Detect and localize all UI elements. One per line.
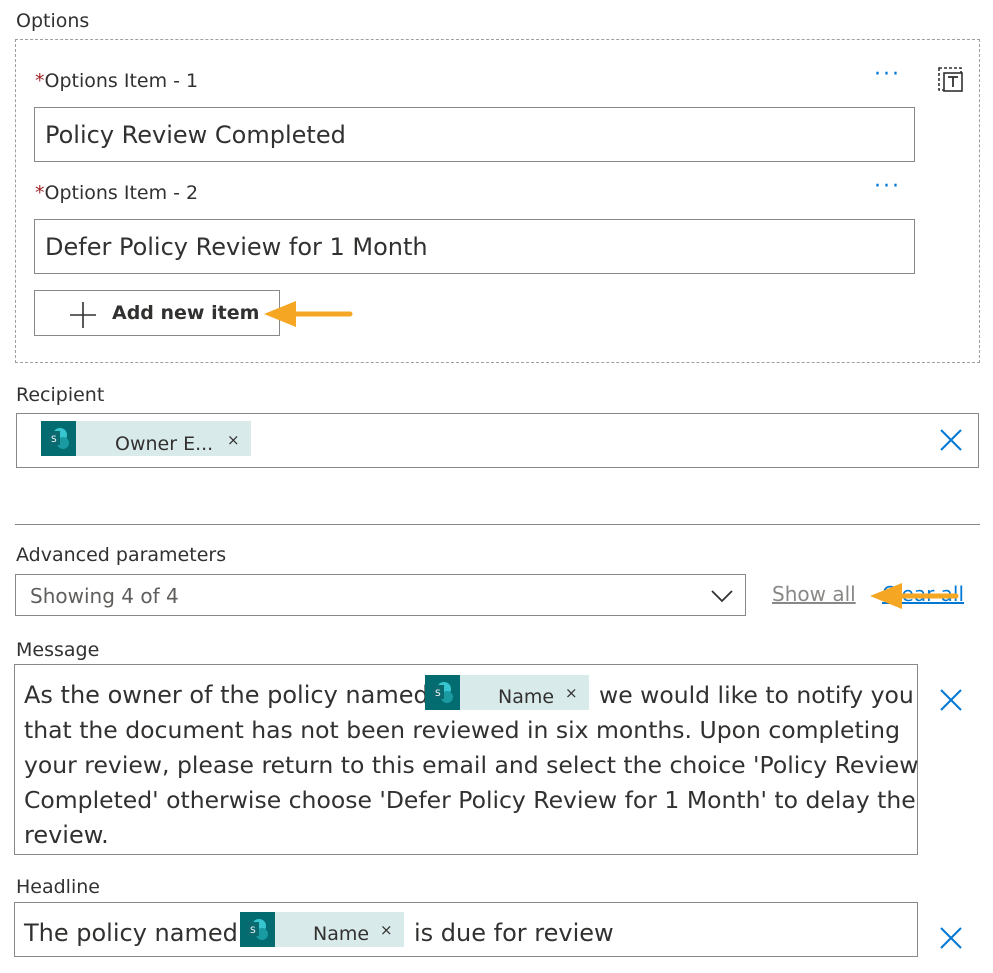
- recipient-label: Recipient: [16, 384, 105, 406]
- svg-text:S: S: [435, 689, 441, 699]
- plus-icon: [70, 302, 96, 328]
- advanced-parameters-select[interactable]: Showing 4 of 4: [15, 574, 746, 616]
- message-text-line-5: review.: [24, 821, 109, 849]
- recipient-token-remove[interactable]: ×: [227, 431, 240, 449]
- delete-card-icon[interactable]: [936, 63, 966, 93]
- recipient-token-label: Owner E...: [115, 433, 214, 455]
- options-item-2-label-text: Options Item - 2: [44, 182, 199, 204]
- close-icon[interactable]: [938, 925, 964, 951]
- options-item-2-input[interactable]: Defer Policy Review for 1 Month: [34, 219, 915, 274]
- add-new-item-button[interactable]: Add new item: [34, 290, 280, 336]
- options-item-2-value: Defer Policy Review for 1 Month: [45, 233, 428, 261]
- options-item-1-input[interactable]: Policy Review Completed: [34, 107, 915, 162]
- advanced-parameters-value: Showing 4 of 4: [30, 584, 179, 608]
- show-all-link[interactable]: Show all: [772, 582, 856, 606]
- options-item-1-label-text: Options Item - 1: [44, 70, 199, 92]
- message-token-remove[interactable]: ×: [565, 684, 578, 702]
- advanced-parameters-label: Advanced parameters: [16, 544, 227, 566]
- ellipsis-icon[interactable]: ···: [874, 64, 901, 86]
- required-marker: *: [35, 70, 45, 92]
- headline-token-label: Name: [313, 923, 370, 945]
- headline-label: Headline: [16, 876, 100, 898]
- sharepoint-icon: S: [425, 675, 460, 710]
- sharepoint-icon: S: [41, 421, 76, 456]
- options-item-1-value: Policy Review Completed: [45, 121, 346, 149]
- add-new-item-label: Add new item: [112, 302, 260, 324]
- callout-arrow-icon: [264, 301, 353, 327]
- options-item-1-label: *Options Item - 1: [35, 70, 198, 92]
- chevron-down-icon: [711, 590, 733, 603]
- options-section-label: Options: [16, 10, 90, 32]
- divider: [15, 524, 980, 525]
- svg-text:S: S: [51, 435, 57, 445]
- message-text-line-4: Completed' otherwise choose 'Defer Polic…: [24, 786, 916, 814]
- message-text-line-3: your review, please return to this email…: [24, 751, 919, 779]
- svg-text:S: S: [250, 926, 256, 936]
- options-item-2-label: *Options Item - 2: [35, 182, 198, 204]
- message-text-before-token: As the owner of the policy named: [24, 681, 429, 709]
- required-marker: *: [35, 182, 45, 204]
- ellipsis-icon[interactable]: ···: [874, 176, 901, 198]
- close-icon[interactable]: [938, 427, 964, 453]
- headline-text-before-token: The policy named: [24, 919, 238, 947]
- callout-arrow-icon: [870, 583, 959, 609]
- message-label: Message: [16, 639, 100, 661]
- sharepoint-icon: S: [240, 912, 275, 947]
- headline-token-remove[interactable]: ×: [380, 921, 393, 939]
- close-icon[interactable]: [938, 687, 964, 713]
- message-text-after-token: we would like to notify you: [599, 681, 914, 709]
- message-token-label: Name: [498, 686, 555, 708]
- message-text-line-2: that the document has not been reviewed …: [24, 716, 900, 744]
- headline-text-after-token: is due for review: [414, 919, 614, 947]
